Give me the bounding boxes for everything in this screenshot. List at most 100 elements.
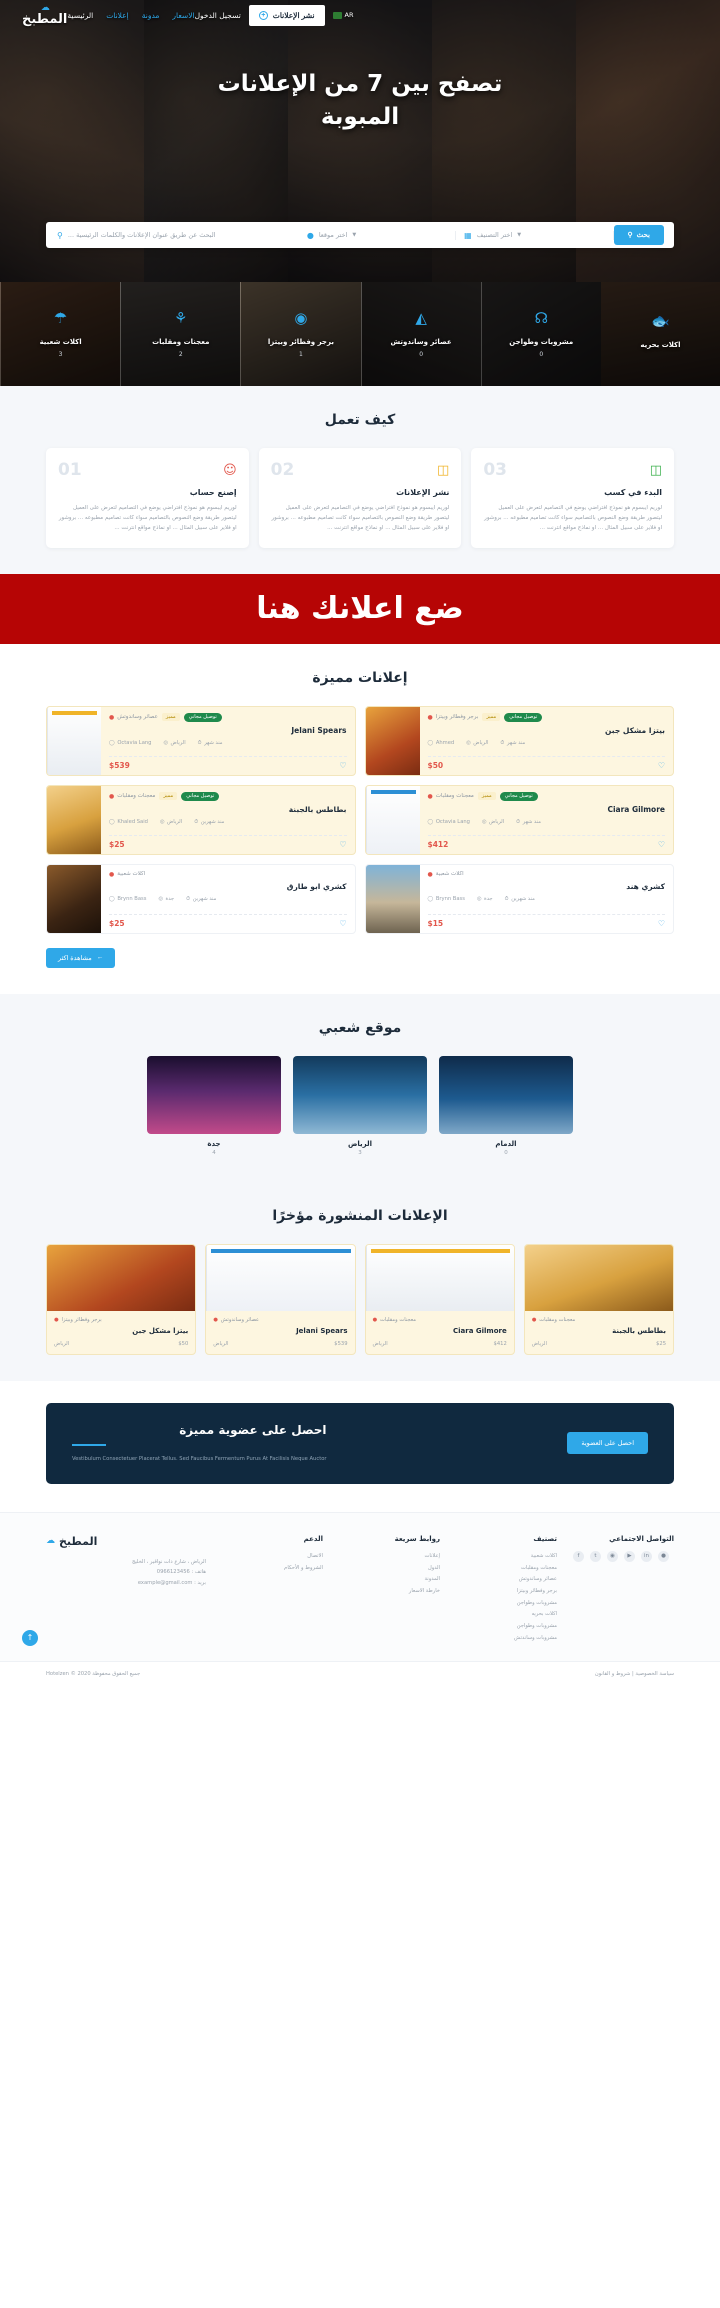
ad-card[interactable]: ● معجنات ومقلبات مميز توصيل مجاني بطاطس ب… [46,784,356,855]
footer-link[interactable]: مشروبات وطواجن [456,1598,557,1610]
favorite-heart-icon[interactable]: ♡ [658,919,665,928]
footer-column-categories: تصنيف اكلات شعبية معجنات ومقلبات عصائر و… [456,1535,557,1645]
get-membership-button[interactable]: احصل على العضوية [567,1432,648,1455]
nav-item-home[interactable]: الرئيسية [67,11,93,20]
ad-card[interactable]: ● اكلات شعبية كشري ابو طارق ◯ Brynn Bass ◎… [46,863,356,934]
ad-title[interactable]: بطاطس بالجبنة [109,805,347,814]
search-category-select[interactable]: ▦ اختر التصنيف ▼ [456,230,614,240]
category-tile-drinks[interactable]: ☊ مشروبات وطواجن 0 [480,282,602,386]
ad-card[interactable]: ● معجنات ومقلبات مميز توصيل مجاني Ciara G… [364,784,674,855]
footer-link[interactable]: إعلانات [339,1551,440,1563]
location-card[interactable]: الدمام 0 [439,1055,573,1156]
ad-title[interactable]: كشري هند [428,882,665,891]
how-card-post-ads: 02 ◫ نشر الإعلانات لوريم ايبسوم هو نموذج… [258,448,462,548]
footer-link[interactable]: الدول [339,1563,440,1575]
ad-price: $25 [109,839,125,849]
login-link[interactable]: تسجيل الدخول [195,11,241,20]
ad-title[interactable]: كشري ابو طارق [109,882,347,891]
section-title: إعلانات مميزة [312,669,408,686]
ad-thumbnail [365,864,420,933]
site-logo[interactable]: ☁ المطبخ [22,4,68,27]
footer-link[interactable]: اكلات بحريه [456,1609,557,1621]
footer-link[interactable]: مشروبات وطواجن [456,1621,557,1633]
footer-link[interactable]: المدونة [339,1574,440,1586]
category-count: 2 [178,350,183,358]
membership-subtitle: Vestibulum Consectetuer Placerat Tellus.… [72,1455,327,1462]
recent-ad-card[interactable]: ● معجنات ومقلبات بطاطس بالجبنة الرياض $25 [523,1243,674,1355]
category-tile-pastries[interactable]: ⚘ معجنات ومقلبات 2 [120,282,241,386]
pinterest-icon[interactable]: ● [658,1550,669,1562]
featured-ads-grid: ● برجر وفطائر وبيتزا مميز توصيل مجاني بيت… [46,705,674,934]
footer-logo[interactable]: ☁ المطبخ [46,1535,206,1548]
recent-ad-card[interactable]: ● معجنات ومقلبات Ciara Gilmore الرياض $41… [364,1243,515,1355]
ad-card[interactable]: ● عصائر وساندوتش مميز توصيل مجاني Jelani … [46,705,356,776]
hero-section: ☁ المطبخ الرئيسية إعلانات مدونة الاسعار … [0,0,720,282]
see-more-button[interactable]: مشاهدة اكثر ← [46,947,116,968]
category-tile-pizza[interactable]: ◉ برجر وفطائر وبيتزا 1 [240,282,361,386]
search-location-select[interactable]: ● اختر موقعا ▼ [299,230,457,240]
instagram-icon[interactable]: ◉ [607,1550,618,1562]
favorite-heart-icon[interactable]: ♡ [339,840,346,849]
search-keyword-field[interactable]: ⚲ البحث عن طريق عنوان الإعلانات والكلمات… [52,231,299,240]
twitter-icon[interactable]: t [590,1550,601,1562]
footer-link[interactable]: الشروط و الأحكام [222,1563,323,1575]
category-tile-folk-food[interactable]: ☂ اكلات شعبية 3 [0,282,121,386]
favorite-heart-icon[interactable]: ♡ [658,840,665,849]
category-tile-seafood[interactable]: 🐟 اكلات بحريه [600,282,720,386]
category-dot-icon: ● [109,792,115,800]
footer-column-title: روابط سريعة [394,1534,440,1543]
footer-address: الرياض ، شارع ذات نواقير ، الخليج [131,1558,206,1565]
location-card[interactable]: جدة 4 [147,1055,281,1156]
arrow-left-icon: ← [96,954,104,962]
favorite-heart-icon[interactable]: ♡ [339,919,346,928]
post-ad-button[interactable]: نشر الإعلانات + [248,4,325,26]
footer-link[interactable]: مشروبات وساندتش [456,1633,557,1645]
ad-time: ⏱ منذ شهر [197,739,223,747]
recent-ad-card[interactable]: ● عصائر وساندوتش Jelani Spears الرياض $53… [205,1243,356,1355]
footer-link[interactable]: الاتصال [222,1551,323,1563]
location-count: 4 [212,1149,216,1156]
category-label: اكلات شعبية [39,337,82,346]
footer-link[interactable]: اكلات شعبية [456,1551,557,1563]
recent-ad-title[interactable]: بطاطس بالجبنة [532,1327,666,1335]
category-label: اكلات بحريه [640,341,681,349]
nav-item-blog[interactable]: مدونة [142,11,160,20]
youtube-icon[interactable]: ▶ [624,1550,635,1562]
location-card[interactable]: الرياض 3 [293,1055,427,1156]
ad-title[interactable]: بيتزا مشكل جبن [428,726,665,735]
policy-links[interactable]: سياسة الخصوصية | شروط و القانون [595,1671,674,1677]
footer-link[interactable]: برجر وفطائر وبيتزا [456,1586,557,1598]
ad-card[interactable]: ● اكلات شعبية كشري هند ◯ Brynn Bass ◎ جدة ⏱… [364,863,674,934]
language-switcher[interactable]: AR [332,11,354,19]
ad-location: ◎ الرياض [481,819,505,826]
scroll-to-top-button[interactable]: ↑ [22,1629,38,1646]
ad-title[interactable]: Jelani Spears [109,726,346,735]
recent-ad-title[interactable]: Ciara Gilmore [373,1327,507,1335]
favorite-heart-icon[interactable]: ♡ [339,761,346,770]
logo-text: المطبخ [22,12,68,27]
ad-author: ◯ Brynn Bass [109,896,147,903]
navbar: ☁ المطبخ الرئيسية إعلانات مدونة الاسعار … [0,0,720,30]
location-name: الدمام [495,1139,517,1148]
how-card-body: لوريم ايبسوم هو نموذج افتراضي يوضع في ال… [271,505,450,532]
ad-card[interactable]: ● برجر وفطائر وبيتزا مميز توصيل مجاني بيت… [364,705,674,776]
ad-title[interactable]: Ciara Gilmore [428,805,665,814]
footer-link[interactable]: عصائر وساندوتش [456,1574,557,1586]
nav-item-pricing[interactable]: الاسعار [172,11,194,20]
favorite-heart-icon[interactable]: ♡ [658,761,665,770]
ad-placement-banner[interactable]: ضع اعلانك هنا [0,573,720,644]
recent-ad-card[interactable]: ● برجر وفطائر وبيتزا بيتزا مشكل جبن الريا… [46,1243,197,1355]
nav-item-ads[interactable]: إعلانات [106,11,128,20]
search-button[interactable]: بحث ⚲ [613,225,664,245]
how-step-number: 01 [58,460,82,480]
category-tile-juices[interactable]: ◭ عصائر وساندوتش 0 [360,282,481,386]
recent-ad-title[interactable]: Jelani Spears [213,1327,347,1335]
footer-link[interactable]: خارطة الاسعار [339,1586,440,1598]
footer-link[interactable]: معجنات ومقلبات [456,1563,557,1575]
ad-category: ● عصائر وساندوتش [109,713,158,721]
facebook-icon[interactable]: f [573,1550,584,1562]
membership-banner: احصل على عضوية مميزة Vestibulum Consecte… [46,1402,674,1484]
linkedin-icon[interactable]: in [641,1550,652,1562]
recent-ad-title[interactable]: بيتزا مشكل جبن [54,1327,188,1335]
category-dot-icon: ● [109,870,115,878]
